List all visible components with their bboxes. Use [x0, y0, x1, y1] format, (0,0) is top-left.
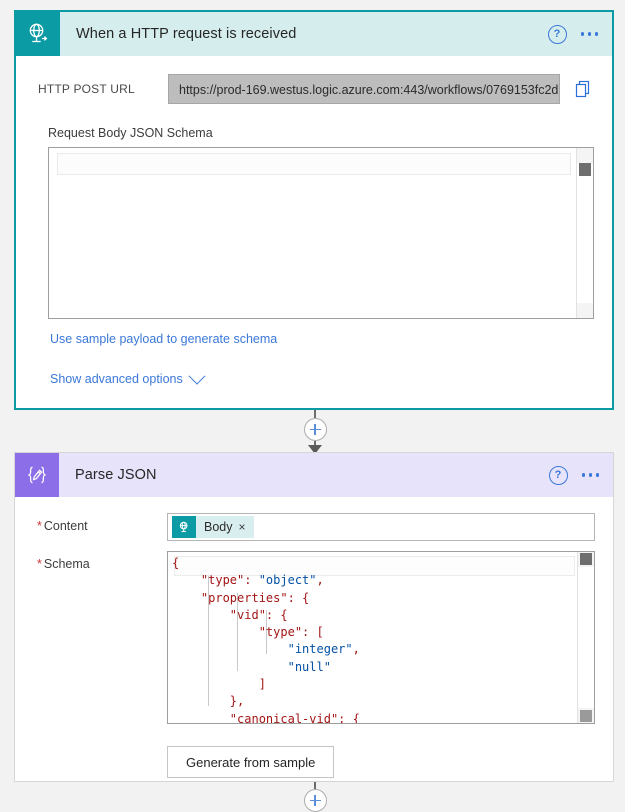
required-asterisk: *: [37, 557, 42, 571]
copy-icon[interactable]: [572, 77, 594, 101]
request-body-schema-input[interactable]: [48, 147, 594, 319]
schema-scrollbar[interactable]: [576, 148, 593, 318]
parse-card-title: Parse JSON: [75, 467, 157, 483]
show-advanced-options-link[interactable]: Show advanced options: [50, 372, 183, 386]
http-globe-icon: [172, 516, 196, 538]
http-post-url-row: HTTP POST URL https://prod-169.westus.lo…: [38, 74, 594, 104]
body-token-label: Body: [204, 520, 233, 534]
connector-below-parse[interactable]: [303, 782, 327, 812]
http-post-url-label: HTTP POST URL: [38, 82, 135, 96]
parse-card-header[interactable]: Parse JSON ?: [15, 453, 613, 497]
ellipsis-icon[interactable]: [581, 473, 599, 477]
parse-json-card[interactable]: Parse JSON ? * Content Body × * Schema {…: [14, 452, 614, 782]
content-row: * Content Body ×: [37, 513, 595, 541]
http-trigger-card[interactable]: When a HTTP request is received ? HTTP P…: [14, 10, 614, 410]
parse-json-braces-icon: [15, 453, 59, 497]
http-card-title: When a HTTP request is received: [76, 26, 297, 42]
ellipsis-icon[interactable]: [580, 32, 598, 36]
http-card-header[interactable]: When a HTTP request is received ?: [16, 12, 612, 56]
show-advanced-options-row[interactable]: Show advanced options: [50, 367, 594, 386]
schema-label: * Schema: [37, 557, 90, 571]
help-circle-icon[interactable]: ?: [548, 465, 568, 485]
chevron-down-icon[interactable]: [188, 367, 206, 385]
use-sample-payload-link[interactable]: Use sample payload to generate schema: [50, 332, 277, 346]
generate-from-sample-button[interactable]: Generate from sample: [167, 746, 335, 778]
content-label: * Content: [37, 519, 88, 533]
body-token-chip[interactable]: Body ×: [172, 516, 254, 538]
schema-row: * Schema { "type": "object", "properties"…: [37, 551, 595, 724]
schema-json-editor[interactable]: { "type": "object", "properties": { "vid…: [167, 551, 595, 724]
required-asterisk: *: [37, 519, 42, 533]
request-body-schema-label: Request Body JSON Schema: [48, 126, 213, 140]
http-globe-icon: [16, 12, 60, 56]
schema-caret-line: [57, 153, 571, 175]
close-icon[interactable]: ×: [239, 521, 254, 533]
add-step-plus-icon[interactable]: [303, 789, 327, 812]
connector-http-to-parse[interactable]: [303, 410, 327, 454]
schema-json-text[interactable]: { "type": "object", "properties": { "vid…: [168, 552, 594, 723]
http-post-url-value: https://prod-169.westus.logic.azure.com:…: [168, 74, 560, 104]
content-input[interactable]: Body ×: [167, 513, 595, 541]
add-step-plus-icon[interactable]: [303, 418, 327, 441]
help-circle-icon[interactable]: ?: [547, 24, 567, 44]
